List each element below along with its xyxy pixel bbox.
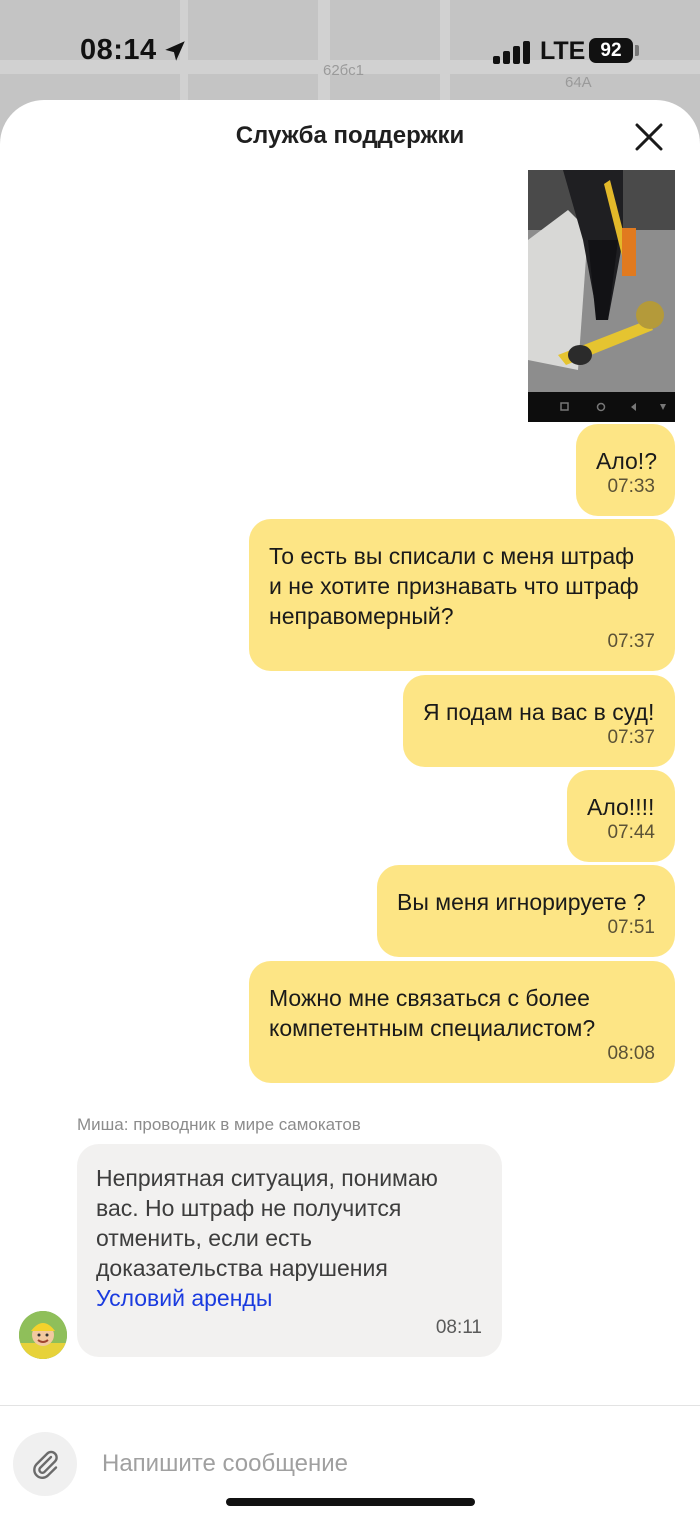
message-time: 07:51 xyxy=(607,917,655,938)
message-time: 07:33 xyxy=(607,476,655,497)
attach-button[interactable] xyxy=(13,1432,77,1496)
battery-level: 92 xyxy=(600,40,622,61)
battery-icon: 92 xyxy=(589,38,633,63)
location-arrow-icon xyxy=(165,41,185,61)
support-chat-sheet: Служба поддержки Ало!? 07:33 То есть вы xyxy=(0,100,700,1521)
message-time: 08:08 xyxy=(607,1043,655,1064)
message-input[interactable] xyxy=(102,1444,662,1484)
message-time: 08:11 xyxy=(435,1317,482,1338)
status-bar: 08:14 LTE 92 xyxy=(0,0,700,100)
status-time: 08:14 xyxy=(80,34,157,66)
network-type: LTE xyxy=(540,37,586,65)
close-icon[interactable] xyxy=(630,118,668,156)
battery-tip xyxy=(635,45,639,56)
avatar xyxy=(19,1311,67,1359)
message-time: 07:37 xyxy=(607,727,655,748)
rental-terms-link[interactable]: Условий аренды xyxy=(96,1283,482,1313)
scooter-photo-image xyxy=(528,170,675,422)
outgoing-message: Я подам на вас в суд! 07:37 xyxy=(403,675,675,767)
sender-name: Миша: проводник в мире самокатов xyxy=(77,1115,361,1134)
message-time: 07:44 xyxy=(607,822,655,843)
message-time: 07:37 xyxy=(607,631,655,652)
message-text: То есть вы списали с меня штраф и не хот… xyxy=(269,543,639,629)
outgoing-message: Можно мне связаться с более компетентным… xyxy=(249,961,675,1083)
outgoing-message: Ало!!!! 07:44 xyxy=(567,770,675,862)
outgoing-message: Вы меня игнорируете ? 07:51 xyxy=(377,865,675,957)
home-indicator xyxy=(226,1498,475,1506)
message-text: Можно мне связаться с более компетентным… xyxy=(269,985,596,1041)
incoming-message: Неприятная ситуация, понимаю вас. Но штр… xyxy=(77,1144,502,1357)
cellular-signal-icon xyxy=(493,40,531,64)
paperclip-icon xyxy=(33,1450,58,1479)
outgoing-message: Ало!? 07:33 xyxy=(576,424,675,516)
page-title: Служба поддержки xyxy=(235,122,465,149)
message-text: Неприятная ситуация, понимаю вас. Но штр… xyxy=(96,1165,438,1281)
outgoing-message: То есть вы списали с меня штраф и не хот… xyxy=(249,519,675,671)
support-agent-avatar-image xyxy=(19,1311,67,1359)
composer-divider xyxy=(0,1405,700,1406)
attached-photo[interactable] xyxy=(528,170,675,422)
